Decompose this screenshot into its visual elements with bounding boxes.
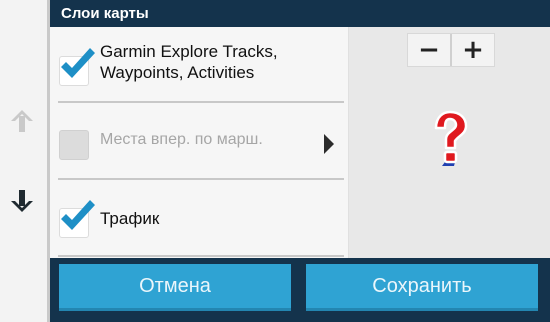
layer-row-traffic[interactable]: Трафик: [50, 181, 348, 257]
map-layers-dialog: Слои карты Garmin Explore Tracks, Waypoi…: [50, 0, 550, 322]
arrow-up-icon[interactable]: [6, 104, 38, 138]
layer-label: Garmin Explore Tracks, Waypoints, Activi…: [100, 42, 278, 82]
save-button[interactable]: Сохранить: [306, 264, 538, 311]
chevron-right-icon[interactable]: [323, 134, 335, 154]
layer-list: Garmin Explore Tracks, Waypoints, Activi…: [50, 27, 348, 258]
dialog-footer: Отмена Сохранить: [50, 258, 550, 322]
layer-checkbox[interactable]: [59, 200, 95, 238]
zoom-in-button[interactable]: +: [452, 34, 494, 66]
divider: [58, 101, 344, 103]
layer-label: Места впер. по марш.: [100, 131, 263, 148]
layer-row-poi-ahead[interactable]: Места впер. по марш.: [50, 104, 348, 180]
dialog-title: Слои карты: [50, 0, 550, 27]
divider: [58, 178, 344, 180]
layer-row-garmin-explore[interactable]: Garmin Explore Tracks, Waypoints, Activi…: [50, 27, 348, 102]
divider: [58, 255, 344, 257]
map-preview[interactable]: − +: [348, 27, 550, 258]
layer-checkbox[interactable]: [59, 130, 89, 160]
checkmark-icon: [61, 200, 95, 230]
zoom-out-button[interactable]: −: [408, 34, 450, 66]
question-mark-icon: [434, 110, 468, 166]
cancel-button[interactable]: Отмена: [59, 264, 291, 311]
layer-label: Трафик: [100, 209, 160, 228]
arrow-down-icon[interactable]: [6, 184, 38, 218]
layer-checkbox[interactable]: [59, 48, 95, 86]
checkmark-icon: [61, 48, 95, 78]
zoom-controls: − +: [407, 33, 495, 67]
left-rail: [0, 0, 47, 322]
